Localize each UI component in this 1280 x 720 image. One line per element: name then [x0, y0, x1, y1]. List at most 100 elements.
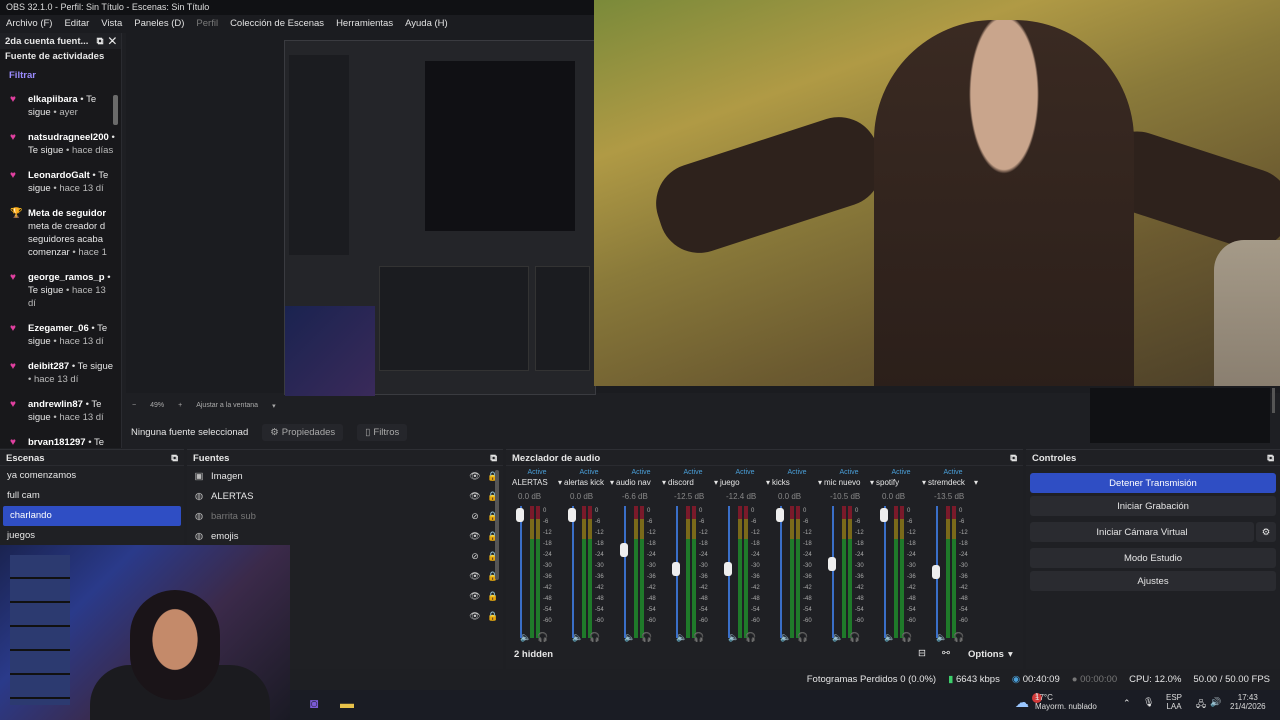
- eye-icon[interactable]: 👁: [469, 571, 481, 582]
- chevron-down-icon[interactable]: ▾: [662, 478, 666, 487]
- menu-vista[interactable]: Vista: [101, 18, 122, 30]
- channel-name-row[interactable]: ALERTAS ▾: [512, 478, 562, 487]
- network-icon[interactable]: 🖧: [1196, 697, 1206, 713]
- channel-name-row[interactable]: mic nuevo ▾: [824, 478, 874, 487]
- scene-item[interactable]: full cam: [0, 486, 184, 506]
- chevron-down-icon[interactable]: ▾: [1008, 649, 1013, 660]
- properties-button[interactable]: ⚙ Propiedades: [262, 423, 344, 441]
- zoom-fit-label[interactable]: Ajustar a la ventana: [196, 402, 258, 412]
- discord-icon[interactable]: ◙: [310, 695, 318, 711]
- volume-icon[interactable]: 🔈: [832, 632, 843, 643]
- volume-slider-handle[interactable]: [672, 562, 680, 577]
- channel-name-row[interactable]: kicks ▾: [772, 478, 822, 487]
- volume-slider[interactable]: [832, 506, 834, 638]
- chevron-down-icon[interactable]: ▾: [272, 402, 276, 412]
- filter-link[interactable]: Filtrar: [0, 64, 121, 87]
- headphones-icon[interactable]: 🎧: [641, 632, 652, 643]
- filters-button[interactable]: ▯ Filtros: [357, 423, 408, 441]
- headphones-icon[interactable]: 🎧: [589, 632, 600, 643]
- volume-icon[interactable]: 🔈: [884, 632, 895, 643]
- lock-icon[interactable]: 🔒: [487, 611, 498, 622]
- studio-mode-button[interactable]: Modo Estudio: [1030, 548, 1276, 568]
- volume-icon[interactable]: 🔈: [572, 632, 583, 643]
- chevron-up-icon[interactable]: ⌃: [1123, 698, 1131, 709]
- hidden-count[interactable]: 2 hidden: [514, 649, 553, 660]
- microphone-icon[interactable]: 🎙: [1143, 697, 1154, 708]
- menu-perfil[interactable]: Perfil: [196, 18, 218, 30]
- sources-scrollbar[interactable]: [495, 470, 499, 580]
- menu-herramientas[interactable]: Herramientas: [336, 18, 393, 30]
- virtual-cam-settings-gear-icon[interactable]: ⚙: [1256, 522, 1276, 542]
- settings-button[interactable]: Ajustes: [1030, 571, 1276, 591]
- menu-ayuda[interactable]: Ayuda (H): [405, 18, 448, 30]
- menu-archivo[interactable]: Archivo (F): [6, 18, 52, 30]
- volume-slider-handle[interactable]: [828, 557, 836, 572]
- source-row[interactable]: ◍ ALERTAS 👁 🔒: [187, 486, 503, 506]
- volume-slider-handle[interactable]: [776, 508, 784, 523]
- weather-widget[interactable]: 17°C Mayorm. nublado: [1035, 693, 1097, 711]
- scene-item[interactable]: juegos: [0, 526, 184, 546]
- volume-slider[interactable]: [572, 506, 574, 638]
- link-icon[interactable]: ⚯: [942, 648, 950, 659]
- chevron-down-icon[interactable]: ▾: [610, 478, 614, 487]
- chevron-down-icon[interactable]: ▾: [766, 478, 770, 487]
- headphones-icon[interactable]: 🎧: [745, 632, 756, 643]
- volume-slider-handle[interactable]: [568, 508, 576, 523]
- channel-name-row[interactable]: juego ▾: [720, 478, 770, 487]
- chevron-down-icon[interactable]: ▾: [558, 478, 562, 487]
- menu-editar[interactable]: Editar: [64, 18, 89, 30]
- preview-scrollbar[interactable]: [1270, 388, 1276, 443]
- eye-icon[interactable]: 👁: [469, 491, 481, 502]
- source-row[interactable]: ◍ barrita sub ⊘ 🔒: [187, 506, 503, 526]
- folder-icon[interactable]: ▬: [340, 695, 354, 711]
- menu-paneles[interactable]: Paneles (D): [134, 18, 184, 30]
- volume-icon[interactable]: 🔈: [520, 632, 531, 643]
- volume-icon[interactable]: 🔊: [1210, 697, 1221, 708]
- volume-icon[interactable]: 🔈: [676, 632, 687, 643]
- volume-icon[interactable]: 🔈: [780, 632, 791, 643]
- stop-stream-button[interactable]: Detener Transmisión: [1030, 473, 1276, 493]
- start-record-button[interactable]: Iniciar Grabación: [1030, 496, 1276, 516]
- headphones-icon[interactable]: 🎧: [901, 632, 912, 643]
- volume-slider[interactable]: [520, 506, 522, 638]
- headphones-icon[interactable]: 🎧: [953, 632, 964, 643]
- eye-icon[interactable]: 👁: [469, 471, 481, 482]
- float-icon[interactable]: ⧉: [490, 453, 497, 464]
- scene-item[interactable]: charlando: [3, 506, 181, 526]
- volume-icon[interactable]: 🔈: [936, 632, 947, 643]
- volume-icon[interactable]: 🔈: [624, 632, 635, 643]
- menu-coleccion-escenas[interactable]: Colección de Escenas: [230, 18, 324, 30]
- scene-item[interactable]: ya comenzamos: [0, 466, 184, 486]
- zoom-out-button[interactable]: −: [132, 402, 136, 412]
- zoom-in-button[interactable]: +: [178, 402, 182, 412]
- chevron-down-icon[interactable]: ▾: [714, 478, 718, 487]
- channel-name-row[interactable]: alertas kick ▾: [564, 478, 614, 487]
- channel-name-row[interactable]: audio nav ▾: [616, 478, 666, 487]
- eye-off-icon[interactable]: ⊘: [469, 511, 481, 522]
- headphones-icon[interactable]: 🎧: [537, 632, 548, 643]
- chevron-down-icon[interactable]: ▾: [870, 478, 874, 487]
- channel-name-row[interactable]: stremdeck ▾: [928, 478, 978, 487]
- headphones-icon[interactable]: 🎧: [797, 632, 808, 643]
- volume-slider[interactable]: [624, 506, 626, 638]
- clock[interactable]: 17:43 21/4/2026: [1230, 693, 1266, 711]
- eye-icon[interactable]: 👁: [469, 591, 481, 602]
- float-icon[interactable]: ⧉: [97, 36, 104, 47]
- headphones-icon[interactable]: 🎧: [849, 632, 860, 643]
- volume-slider-handle[interactable]: [880, 508, 888, 523]
- volume-slider-handle[interactable]: [516, 508, 524, 523]
- activity-scrollbar[interactable]: [113, 95, 118, 125]
- chevron-down-icon[interactable]: ▾: [922, 478, 926, 487]
- weather-icon[interactable]: ☁: [1015, 694, 1029, 711]
- float-icon[interactable]: ⧉: [1010, 453, 1017, 464]
- float-icon[interactable]: ⧉: [171, 453, 178, 464]
- source-row[interactable]: ◍ emojis 👁 🔒: [187, 526, 503, 546]
- volume-slider[interactable]: [884, 506, 886, 638]
- layout-icon[interactable]: ⊟: [918, 648, 926, 659]
- headphones-icon[interactable]: 🎧: [693, 632, 704, 643]
- language-indicator[interactable]: ESP LAA: [1166, 693, 1182, 711]
- close-icon[interactable]: ✕: [109, 36, 116, 47]
- volume-slider[interactable]: [780, 506, 782, 638]
- eye-icon[interactable]: 👁: [469, 611, 481, 622]
- volume-slider-handle[interactable]: [620, 542, 628, 557]
